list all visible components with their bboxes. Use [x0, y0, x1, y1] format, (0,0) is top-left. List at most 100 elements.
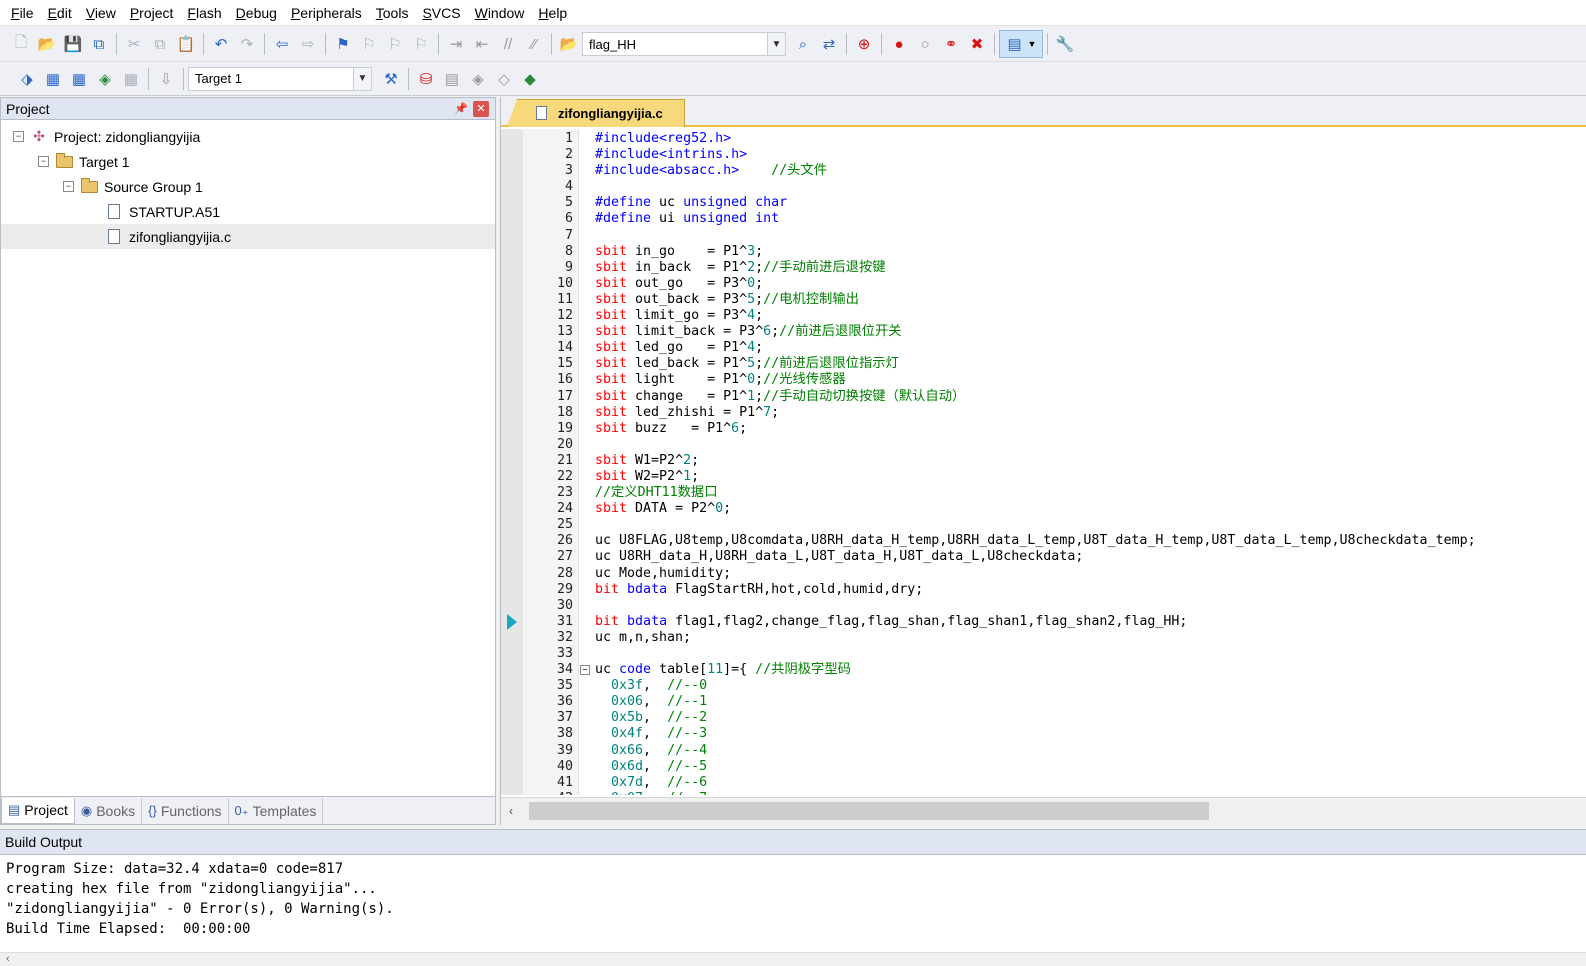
menu-window[interactable]: Window — [468, 0, 532, 26]
incremental-find-icon[interactable]: ⇄ — [816, 31, 842, 57]
code-line[interactable]: 22 sbit W2=P2^1; — [501, 469, 1586, 485]
navigate-forward-icon[interactable]: ⇨ — [295, 31, 321, 57]
code-line[interactable]: 35 0x3f, //--0 — [501, 678, 1586, 694]
comment-icon[interactable]: // — [495, 31, 521, 57]
software-components-icon[interactable]: ◆ — [517, 66, 543, 92]
target-select[interactable]: Target 1 ▼ — [188, 66, 372, 91]
copy-icon[interactable]: ⧉ — [147, 31, 173, 57]
pin-icon[interactable]: 📌 — [453, 102, 469, 115]
build-output-scrollbar[interactable]: ‹ — [0, 952, 1586, 966]
tree-item[interactable]: − Target 1 — [1, 149, 495, 174]
rebuild-icon[interactable]: ▦ — [66, 66, 92, 92]
enable-breakpoint-icon[interactable]: ○ — [912, 31, 938, 57]
tree-item[interactable]: − ✣ Project: zidongliangyijia — [1, 124, 495, 149]
tree-item[interactable]: zifongliangyijia.c — [1, 224, 495, 249]
code-line[interactable]: 24 sbit DATA = P2^0; — [501, 501, 1586, 517]
manage-rte-icon[interactable]: ◈ — [465, 66, 491, 92]
code-line[interactable]: 40 0x6d, //--5 — [501, 759, 1586, 775]
code-line[interactable]: 25 — [501, 517, 1586, 533]
code-line[interactable]: 36 0x06, //--1 — [501, 694, 1586, 710]
code-line[interactable]: 11 sbit out_back = P3^5;//电机控制输出 — [501, 292, 1586, 308]
code-line[interactable]: 30 — [501, 598, 1586, 614]
cut-icon[interactable]: ✂ — [121, 31, 147, 57]
menu-svcs[interactable]: SVCS — [415, 0, 467, 26]
code-line[interactable]: 3 #include<absacc.h> //头文件 — [501, 163, 1586, 179]
pack-installer-icon[interactable]: ◇ — [491, 66, 517, 92]
save-all-icon[interactable]: ⧉ — [86, 31, 112, 57]
code-line[interactable]: 23 //定义DHT11数据口 — [501, 485, 1586, 501]
scrollbar-thumb[interactable] — [529, 802, 1209, 820]
menu-peripherals[interactable]: Peripherals — [284, 0, 369, 26]
tab-templates[interactable]: 0₊ Templates — [229, 797, 324, 824]
code-line[interactable]: 6 #define ui unsigned int — [501, 211, 1586, 227]
code-line[interactable]: 38 0x4f, //--3 — [501, 726, 1586, 742]
indent-icon[interactable]: ⇥ — [443, 31, 469, 57]
menu-debug[interactable]: Debug — [229, 0, 284, 26]
code-line[interactable]: 16 sbit light = P1^0;//光线传感器 — [501, 372, 1586, 388]
tab-books[interactable]: ◉ Books — [75, 797, 143, 824]
code-line[interactable]: 5 #define uc unsigned char — [501, 195, 1586, 211]
code-line[interactable]: 12 sbit limit_go = P3^4; — [501, 308, 1586, 324]
menu-help[interactable]: Help — [531, 0, 574, 26]
code-line[interactable]: 42 0x07, //--7 — [501, 791, 1586, 795]
manage-project-items-icon[interactable]: ⛁ — [413, 66, 439, 92]
code-line[interactable]: 28 uc Mode,humidity; — [501, 566, 1586, 582]
code-line[interactable]: 14 sbit led_go = P1^4; — [501, 340, 1586, 356]
tree-item[interactable]: STARTUP.A51 — [1, 199, 495, 224]
open-file-icon[interactable]: 📂 — [34, 31, 60, 57]
find-in-files-icon[interactable]: 📂 — [556, 31, 582, 57]
code-line[interactable]: 9 sbit in_back = P1^2;//手动前进后退按键 — [501, 260, 1586, 276]
menu-tools[interactable]: Tools — [369, 0, 416, 26]
code-line[interactable]: 37 0x5b, //--2 — [501, 710, 1586, 726]
editor-tab-active[interactable]: zifongliangyijia.c — [507, 99, 685, 127]
find-combo[interactable]: flag_HH ▼ — [582, 32, 786, 56]
code-line[interactable]: 8 sbit in_go = P1^3; — [501, 244, 1586, 260]
collapse-icon[interactable]: − — [63, 181, 74, 192]
bookmark-icon[interactable]: ⚑ — [330, 31, 356, 57]
select-packs-icon[interactable]: ▤ — [439, 66, 465, 92]
code-line[interactable]: 29 bit bdata FlagStartRH,hot,cold,humid,d… — [501, 582, 1586, 598]
scroll-left-icon[interactable]: ‹ — [509, 804, 513, 818]
prev-bookmark-icon[interactable]: ⚐ — [356, 31, 382, 57]
code-line[interactable]: 20 — [501, 437, 1586, 453]
redo-icon[interactable]: ↷ — [234, 31, 260, 57]
code-line[interactable]: 10 sbit out_go = P3^0; — [501, 276, 1586, 292]
tab-functions[interactable]: {} Functions — [142, 797, 229, 824]
window-layout-button[interactable]: ▤ ▼ — [999, 30, 1043, 58]
paste-icon[interactable]: 📋 — [173, 31, 199, 57]
configure-icon[interactable]: 🔧 — [1052, 31, 1078, 57]
collapse-icon[interactable]: − — [38, 156, 49, 167]
batch-build-icon[interactable]: ◈ — [92, 66, 118, 92]
code-line[interactable]: 19 sbit buzz = P1^6; — [501, 421, 1586, 437]
debug-session-icon[interactable]: ⊕ — [851, 31, 877, 57]
translate-icon[interactable]: ⬗ — [14, 66, 40, 92]
chevron-down-icon[interactable]: ▼ — [767, 33, 785, 55]
menu-flash[interactable]: Flash — [180, 0, 228, 26]
disable-breakpoints-icon[interactable]: ⚭ — [938, 31, 964, 57]
navigate-back-icon[interactable]: ⇦ — [269, 31, 295, 57]
chevron-down-icon[interactable]: ▼ — [353, 67, 371, 90]
close-icon[interactable]: ✕ — [473, 100, 489, 117]
next-bookmark-icon[interactable]: ⚐ — [382, 31, 408, 57]
fold-icon[interactable]: − — [580, 665, 590, 676]
code-area[interactable]: 1 #include<reg52.h> 2 #include<intrins.h> 3 #… — [501, 129, 1586, 795]
code-line[interactable]: 39 0x66, //--4 — [501, 743, 1586, 759]
code-line[interactable]: 33 — [501, 646, 1586, 662]
code-line[interactable]: 31 bit bdata flag1,flag2,change_flag,flag… — [501, 613, 1586, 630]
code-line[interactable]: 13 sbit limit_back = P3^6;//前进后退限位开关 — [501, 324, 1586, 340]
code-line[interactable]: 2 #include<intrins.h> — [501, 147, 1586, 163]
menu-project[interactable]: Project — [123, 0, 181, 26]
tree-item[interactable]: − Source Group 1 — [1, 174, 495, 199]
unindent-icon[interactable]: ⇤ — [469, 31, 495, 57]
new-file-icon[interactable]: 🗋 — [8, 31, 34, 57]
download-icon[interactable]: ⇩ — [153, 66, 179, 92]
code-line[interactable]: 7 — [501, 228, 1586, 244]
kill-breakpoints-icon[interactable]: ✖ — [964, 31, 990, 57]
code-line[interactable]: 32 uc m,n,shan; — [501, 630, 1586, 646]
uncomment-icon[interactable]: ⁄⁄ — [521, 31, 547, 57]
code-line[interactable]: 1 #include<reg52.h> — [501, 131, 1586, 147]
code-line[interactable]: 15 sbit led_back = P1^5;//前进后退限位指示灯 — [501, 356, 1586, 372]
code-line[interactable]: 17 sbit change = P1^1;//手动自动切换按键（默认自动） — [501, 389, 1586, 405]
find-icon[interactable]: ⌕ — [790, 31, 816, 57]
horizontal-scrollbar[interactable]: ‹ — [501, 797, 1586, 825]
